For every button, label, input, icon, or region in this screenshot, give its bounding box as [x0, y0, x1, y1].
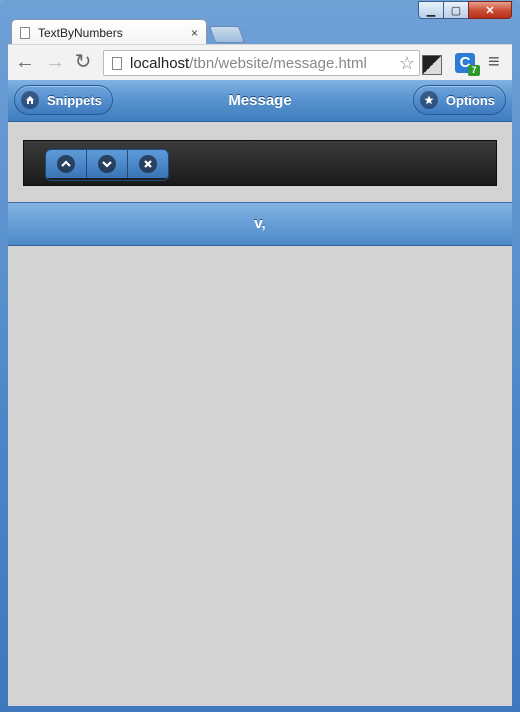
menu-icon[interactable]: ≡: [488, 51, 500, 74]
maximize-button[interactable]: ▢: [443, 1, 469, 19]
page-header: Snippets Message Options: [8, 80, 512, 122]
forward-arrow-icon[interactable]: →: [44, 51, 66, 73]
message-bar[interactable]: v,: [8, 202, 512, 246]
url-path: /tbn/website/message.html: [189, 54, 367, 72]
address-bar[interactable]: localhost/tbn/website/message.html ☆: [103, 50, 420, 76]
move-down-button[interactable]: [87, 150, 128, 178]
url-host: localhost: [130, 54, 190, 72]
browser-window: ▁ ▢ ✕ TextByNumbers × ← → ↻ localhost/tb…: [0, 0, 520, 712]
reload-icon[interactable]: ↻: [72, 51, 94, 73]
minimize-button[interactable]: ▁: [418, 1, 444, 19]
chevron-down-icon: [98, 155, 116, 173]
bookmark-star-icon[interactable]: ☆: [399, 53, 415, 74]
new-tab-button[interactable]: [208, 26, 246, 43]
back-arrow-icon[interactable]: ←: [14, 51, 36, 73]
tab-close-button[interactable]: ×: [191, 26, 198, 40]
remove-button[interactable]: [128, 150, 168, 178]
options-label: Options: [445, 92, 495, 108]
options-button[interactable]: Options: [412, 85, 506, 115]
close-icon: [139, 155, 157, 173]
browser-toolbar: ← → ↻ localhost/tbn/website/message.html…: [8, 44, 512, 80]
control-bar: [23, 140, 497, 186]
tab-title: TextByNumbers: [38, 25, 123, 40]
page-icon: [112, 56, 122, 70]
window-controls: ▁ ▢ ✕: [418, 1, 512, 19]
extension-badge: 7: [468, 65, 480, 76]
chevron-up-icon: [57, 155, 75, 173]
page-icon: [20, 26, 30, 39]
close-window-button[interactable]: ✕: [468, 1, 512, 19]
page-content: Snippets Message Options v,: [8, 80, 512, 706]
extension-icon[interactable]: [422, 55, 442, 75]
browser-tab[interactable]: TextByNumbers ×: [11, 19, 207, 45]
move-up-button[interactable]: [46, 150, 87, 178]
control-button-group: [45, 149, 169, 181]
star-icon: [419, 91, 438, 109]
